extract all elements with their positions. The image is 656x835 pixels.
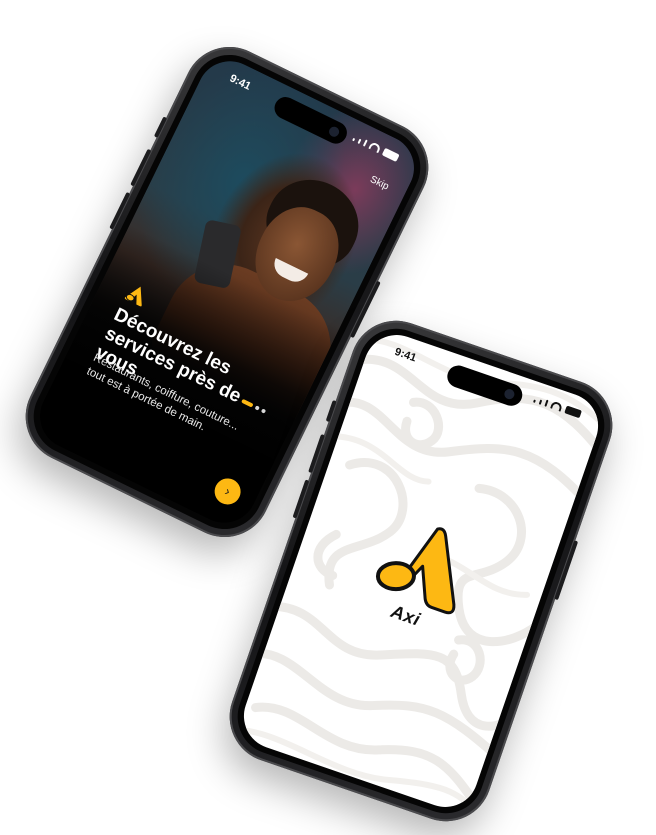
wifi-icon (368, 141, 382, 154)
action-button (325, 399, 337, 423)
status-icons (533, 395, 582, 419)
wifi-icon (550, 400, 564, 412)
dynamic-island (270, 93, 351, 148)
status-bar: 9:41 (200, 50, 425, 183)
signal-bar (352, 137, 356, 142)
signal-bar (362, 139, 368, 147)
signal-bar (538, 399, 543, 405)
mockup-stage: 9:41 Skip Découvrez les services près de… (0, 0, 656, 835)
chevron-right-icon: › (222, 483, 234, 499)
status-time: 9:41 (227, 72, 253, 93)
status-time: 9:41 (393, 345, 418, 365)
front-camera-icon (503, 387, 516, 401)
battery-icon (381, 147, 400, 162)
signal-bar (533, 399, 536, 403)
skip-button[interactable]: Skip (368, 174, 390, 192)
action-button (153, 116, 168, 138)
front-camera-icon (327, 125, 341, 139)
status-icons (352, 133, 400, 162)
signal-bar (357, 138, 362, 145)
signal-bar (544, 399, 549, 407)
battery-icon (564, 405, 582, 419)
